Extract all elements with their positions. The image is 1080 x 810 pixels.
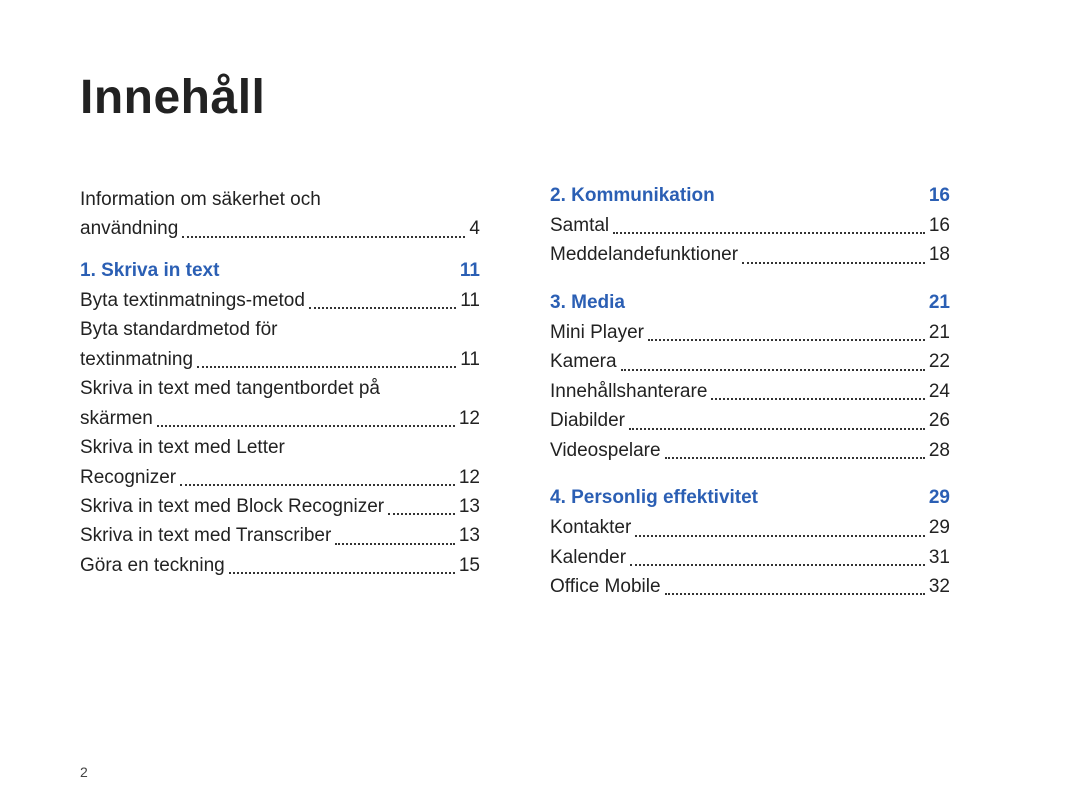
- toc-entry-label: Mini Player: [550, 318, 644, 347]
- toc-entry-label: Skriva in text med Block Recognizer: [80, 492, 384, 521]
- toc-entry-label: Byta textinmatnings-metod: [80, 286, 305, 315]
- toc-entry: Samtal 16: [550, 211, 950, 240]
- toc-entry-label: Göra en teckning: [80, 551, 225, 580]
- leader-dots: [335, 543, 455, 545]
- toc-entry: Kontakter 29: [550, 513, 950, 542]
- toc-entry: Skriva in text med Block Recognizer 13: [80, 492, 480, 521]
- leader-dots: [665, 593, 925, 595]
- toc-entry: Skriva in text med tangentbordet på skär…: [80, 374, 480, 433]
- toc-section-heading: 1. Skriva in text 11: [80, 260, 480, 282]
- leader-dots: [630, 564, 925, 566]
- toc-entry-page: 24: [929, 377, 950, 406]
- section-heading-label: 4. Personlig effektivitet: [550, 487, 758, 509]
- page-title: Innehåll: [80, 70, 1000, 125]
- toc-entry: Videospelare 28: [550, 436, 950, 465]
- toc-entry-label-line2: Recognizer: [80, 463, 176, 492]
- toc-entry: Skriva in text med Letter Recognizer 12: [80, 433, 480, 492]
- toc-entry-page: 13: [459, 492, 480, 521]
- leader-dots: [388, 513, 455, 515]
- toc-entry-page: 29: [929, 513, 950, 542]
- toc-entry-page: 11: [460, 286, 480, 315]
- toc-entry-label: Office Mobile: [550, 572, 661, 601]
- toc-entry-label-line2: användning: [80, 214, 178, 243]
- toc-entry-label-line2: skärmen: [80, 404, 153, 433]
- toc-entry: Diabilder 26: [550, 406, 950, 435]
- toc-entry-page: 16: [929, 211, 950, 240]
- leader-dots: [621, 369, 925, 371]
- toc-entry-label-line1: Skriva in text med Letter: [80, 433, 480, 462]
- toc-entry-page: 4: [469, 214, 480, 243]
- toc-page: Innehåll Information om säkerhet och anv…: [0, 0, 1080, 810]
- leader-dots: [613, 232, 925, 234]
- toc-entry: Meddelandefunktioner 18: [550, 240, 950, 269]
- toc-entry: Byta standardmetod för textinmatning 11: [80, 315, 480, 374]
- leader-dots: [229, 572, 455, 574]
- leader-dots: [309, 307, 456, 309]
- section-heading-page: 16: [929, 185, 950, 207]
- toc-entry-page: 11: [460, 345, 480, 374]
- toc-entry: Kamera 22: [550, 347, 950, 376]
- leader-dots: [711, 398, 924, 400]
- leader-dots: [629, 428, 925, 430]
- toc-entry-page: 28: [929, 436, 950, 465]
- toc-entry: Office Mobile 32: [550, 572, 950, 601]
- leader-dots: [648, 339, 925, 341]
- toc-columns: Information om säkerhet och användning 4…: [80, 185, 1000, 601]
- toc-entry: Information om säkerhet och användning 4: [80, 185, 480, 244]
- toc-entry-label: Kamera: [550, 347, 617, 376]
- toc-column-left: Information om säkerhet och användning 4…: [80, 185, 480, 601]
- section-heading-label: 3. Media: [550, 292, 625, 314]
- section-heading-label: 1. Skriva in text: [80, 260, 219, 282]
- toc-entry-page: 22: [929, 347, 950, 376]
- toc-entry-label-line1: Byta standardmetod för: [80, 315, 480, 344]
- leader-dots: [665, 457, 925, 459]
- toc-entry-label: Kalender: [550, 543, 626, 572]
- toc-entry-label: Skriva in text med Transcriber: [80, 521, 331, 550]
- toc-entry-label: Meddelandefunktioner: [550, 240, 738, 269]
- toc-entry-label: Innehållshanterare: [550, 377, 707, 406]
- section-heading-page: 21: [929, 292, 950, 314]
- toc-entry-label: Samtal: [550, 211, 609, 240]
- leader-dots: [197, 366, 456, 368]
- leader-dots: [182, 236, 465, 238]
- section-heading-page: 11: [460, 260, 480, 282]
- toc-entry: Skriva in text med Transcriber 13: [80, 521, 480, 550]
- section-heading-label: 2. Kommunikation: [550, 185, 715, 207]
- toc-section-heading: 4. Personlig effektivitet 29: [550, 487, 950, 509]
- toc-entry-label: Kontakter: [550, 513, 631, 542]
- toc-entry-page: 26: [929, 406, 950, 435]
- toc-entry-page: 32: [929, 572, 950, 601]
- toc-column-right: 2. Kommunikation 16 Samtal 16 Meddelande…: [550, 185, 950, 601]
- toc-entry-label-line1: Information om säkerhet och: [80, 185, 480, 214]
- toc-entry: Innehållshanterare 24: [550, 377, 950, 406]
- footer-page-number: 2: [80, 764, 88, 780]
- toc-entry-page: 18: [929, 240, 950, 269]
- toc-section-heading: 3. Media 21: [550, 292, 950, 314]
- toc-entry-label: Videospelare: [550, 436, 661, 465]
- leader-dots: [180, 484, 455, 486]
- toc-entry: Kalender 31: [550, 543, 950, 572]
- toc-entry-page: 31: [929, 543, 950, 572]
- leader-dots: [157, 425, 455, 427]
- toc-entry-page: 12: [459, 404, 480, 433]
- toc-entry-label-line1: Skriva in text med tangentbordet på: [80, 374, 480, 403]
- toc-entry-page: 21: [929, 318, 950, 347]
- toc-entry-label: Diabilder: [550, 406, 625, 435]
- toc-section-heading: 2. Kommunikation 16: [550, 185, 950, 207]
- leader-dots: [635, 535, 925, 537]
- toc-entry: Göra en teckning 15: [80, 551, 480, 580]
- toc-entry-page: 12: [459, 463, 480, 492]
- leader-dots: [742, 262, 925, 264]
- section-heading-page: 29: [929, 487, 950, 509]
- toc-entry-page: 15: [459, 551, 480, 580]
- toc-entry-page: 13: [459, 521, 480, 550]
- toc-entry: Byta textinmatnings-metod 11: [80, 286, 480, 315]
- toc-entry: Mini Player 21: [550, 318, 950, 347]
- toc-entry-label-line2: textinmatning: [80, 345, 193, 374]
